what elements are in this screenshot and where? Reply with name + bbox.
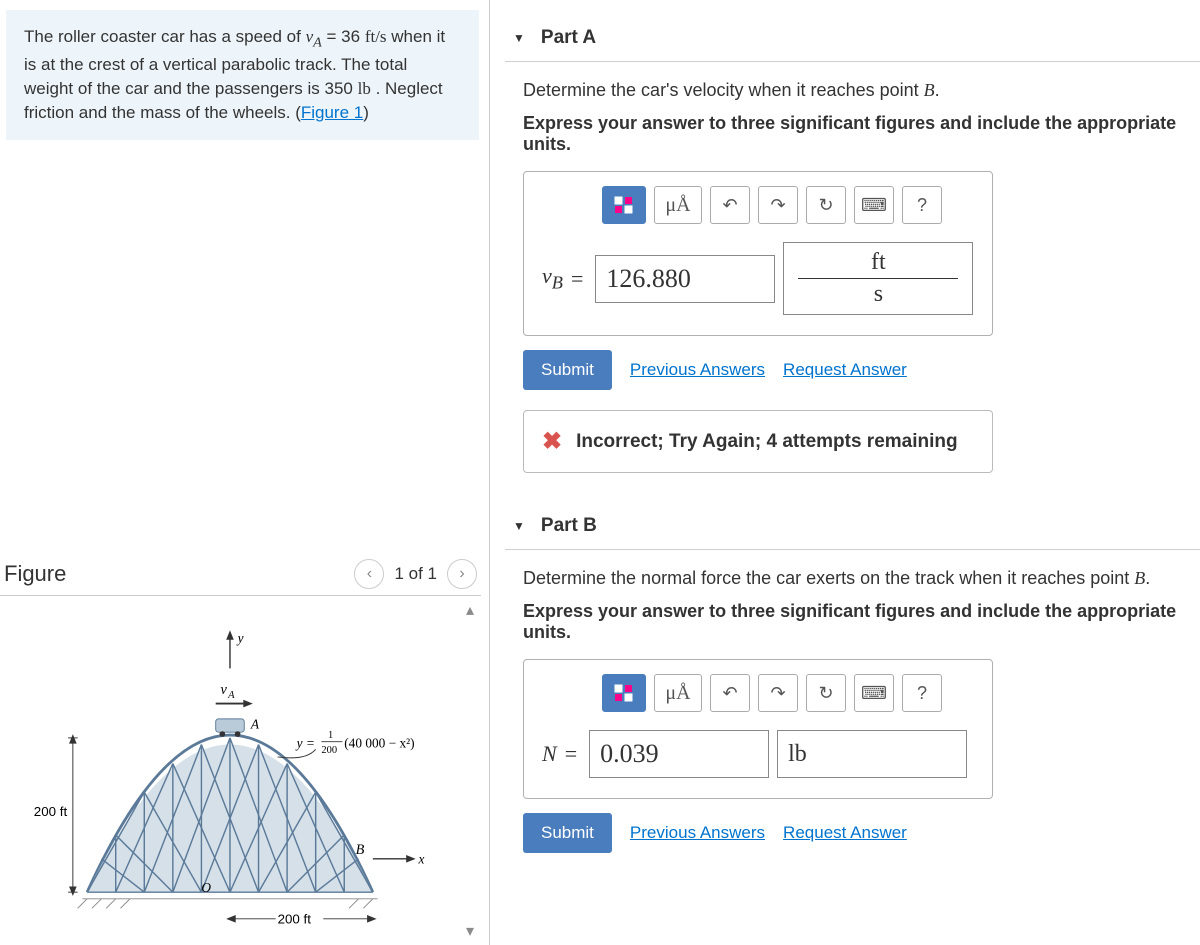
keyboard-button[interactable]: ⌨ bbox=[854, 186, 894, 224]
part-a-header[interactable]: ▼ Part A bbox=[505, 15, 1200, 62]
part-a-hint: Express your answer to three significant… bbox=[523, 113, 1194, 155]
svg-text:A: A bbox=[250, 717, 260, 732]
equals: = bbox=[565, 741, 577, 767]
redo-button[interactable]: ↷ bbox=[758, 674, 798, 712]
part-b-header[interactable]: ▼ Part B bbox=[505, 503, 1200, 550]
part-a-previous-answers-link[interactable]: Previous Answers bbox=[630, 360, 765, 380]
part-a-submit-button[interactable]: Submit bbox=[523, 350, 612, 390]
templates-button[interactable] bbox=[602, 186, 646, 224]
figure-next-button[interactable]: › bbox=[447, 559, 477, 589]
units-button[interactable]: μÅ bbox=[654, 186, 702, 224]
part-a-title: Part A bbox=[541, 27, 596, 49]
scroll-down-icon[interactable]: ▾ bbox=[466, 921, 474, 941]
svg-text:A: A bbox=[227, 690, 235, 701]
part-b-value-input[interactable] bbox=[589, 730, 769, 778]
svg-text:200: 200 bbox=[321, 745, 337, 756]
part-b-unit-input[interactable] bbox=[777, 730, 967, 778]
figure-pager: 1 of 1 bbox=[394, 564, 437, 584]
templates-button[interactable] bbox=[602, 674, 646, 712]
part-b-request-answer-link[interactable]: Request Answer bbox=[783, 823, 907, 843]
scroll-up-icon[interactable]: ▴ bbox=[466, 600, 474, 620]
sub-a: A bbox=[313, 34, 322, 50]
part-a-feedback: ✖ Incorrect; Try Again; 4 attempts remai… bbox=[523, 410, 993, 473]
units-button[interactable]: μÅ bbox=[654, 674, 702, 712]
feedback-text: Incorrect; Try Again; 4 attempts remaini… bbox=[576, 431, 958, 453]
var-vb: vB bbox=[542, 263, 563, 293]
var-n: N bbox=[542, 741, 557, 767]
undo-button[interactable]: ↶ bbox=[710, 674, 750, 712]
svg-text:B: B bbox=[356, 842, 365, 858]
problem-statement: The roller coaster car has a speed of vA… bbox=[6, 10, 479, 140]
part-b-hint: Express your answer to three significant… bbox=[523, 601, 1194, 643]
svg-text:v: v bbox=[220, 682, 227, 698]
incorrect-icon: ✖ bbox=[542, 427, 562, 456]
help-button[interactable]: ? bbox=[902, 674, 942, 712]
equals: = bbox=[571, 266, 583, 292]
undo-button[interactable]: ↶ bbox=[710, 186, 750, 224]
svg-text:(40 000 − x²): (40 000 − x²) bbox=[344, 736, 414, 751]
figure-image: y x bbox=[0, 596, 459, 945]
part-a-unit-input[interactable]: ft s bbox=[783, 242, 973, 315]
figure-prev-button[interactable]: ‹ bbox=[354, 559, 384, 589]
svg-text:1: 1 bbox=[328, 730, 333, 741]
part-b-submit-button[interactable]: Submit bbox=[523, 813, 612, 853]
axis-y-label: y bbox=[236, 631, 244, 646]
text: ) bbox=[363, 103, 369, 122]
reset-button[interactable]: ↻ bbox=[806, 186, 846, 224]
part-b-answer-box: μÅ ↶ ↷ ↻ ⌨ ? N = bbox=[523, 659, 993, 799]
collapse-icon: ▼ bbox=[513, 31, 525, 45]
width-label: 200 ft bbox=[278, 912, 312, 927]
svg-text:O: O bbox=[201, 880, 211, 895]
figure-title: Figure bbox=[4, 561, 66, 587]
collapse-icon: ▼ bbox=[513, 519, 525, 533]
unit: ft/s bbox=[365, 27, 387, 46]
figure-link[interactable]: Figure 1 bbox=[301, 103, 363, 122]
unit: lb bbox=[358, 79, 371, 98]
part-a-answer-box: μÅ ↶ ↷ ↻ ⌨ ? vB = ft s bbox=[523, 171, 993, 336]
text: The roller coaster car has a speed of bbox=[24, 27, 306, 46]
height-label: 200 ft bbox=[34, 804, 68, 819]
text: = 36 bbox=[322, 27, 365, 46]
part-a-prompt: Determine the car's velocity when it rea… bbox=[523, 80, 1194, 101]
var-v: v bbox=[306, 27, 314, 46]
part-b-title: Part B bbox=[541, 515, 597, 537]
svg-text:y =: y = bbox=[295, 736, 315, 751]
reset-button[interactable]: ↻ bbox=[806, 674, 846, 712]
part-a-value-input[interactable] bbox=[595, 255, 775, 303]
help-button[interactable]: ? bbox=[902, 186, 942, 224]
keyboard-button[interactable]: ⌨ bbox=[854, 674, 894, 712]
part-b-prompt: Determine the normal force the car exert… bbox=[523, 568, 1194, 589]
part-b-previous-answers-link[interactable]: Previous Answers bbox=[630, 823, 765, 843]
part-a-request-answer-link[interactable]: Request Answer bbox=[783, 360, 907, 380]
redo-button[interactable]: ↷ bbox=[758, 186, 798, 224]
axis-x-label: x bbox=[418, 852, 425, 867]
